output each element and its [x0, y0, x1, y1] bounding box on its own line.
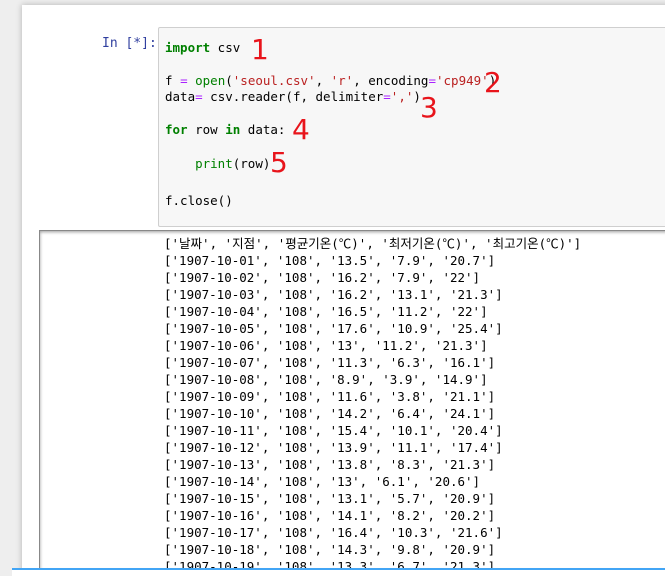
- code-cell[interactable]: In [*]: import csv f = open('seoul.csv', …: [22, 5, 665, 230]
- output-line: ['1907-10-09', '108', '11.6', '3.8', '21…: [164, 389, 496, 404]
- annotation-2: 2: [484, 66, 502, 99]
- code-editor[interactable]: import csv f = open('seoul.csv', 'r', enc…: [158, 27, 665, 227]
- output-line: ['날짜', '지점', '평균기온(℃)', '최저기온(℃)', '최고기온…: [164, 236, 582, 251]
- code-token: ',': [390, 89, 414, 104]
- code-token: 'seoul.csv': [232, 73, 316, 88]
- code-token: in: [225, 122, 241, 137]
- code-token: csv: [210, 40, 241, 55]
- code-token: csv.reader(f, delimiter: [202, 89, 384, 104]
- output-line: ['1907-10-06', '108', '13', '11.2', '21.…: [164, 338, 488, 353]
- output-text: ['날짜', '지점', '평균기온(℃)', '최저기온(℃)', '최고기온…: [164, 235, 582, 570]
- cell-output[interactable]: ['날짜', '지점', '평균기온(℃)', '최저기온(℃)', '최고기온…: [39, 230, 665, 571]
- output-line: ['1907-10-15', '108', '13.1', '5.7', '20…: [164, 491, 496, 506]
- output-line: ['1907-10-18', '108', '14.3', '9.8', '20…: [164, 542, 496, 557]
- output-line: ['1907-10-07', '108', '11.3', '6.3', '16…: [164, 355, 496, 370]
- code-token: print: [195, 156, 233, 171]
- notebook-container: In [*]: import csv f = open('seoul.csv', …: [22, 5, 665, 576]
- annotation-3: 3: [420, 91, 438, 124]
- code-line: f.close(): [165, 193, 233, 209]
- code-token: f: [165, 73, 181, 88]
- output-line: ['1907-10-03', '108', '16.2', '13.1', '2…: [164, 287, 503, 302]
- notebook-view: In [*]: import csv f = open('seoul.csv', …: [0, 0, 665, 576]
- code-token: 'r': [330, 73, 354, 88]
- code-line: data= csv.reader(f, delimiter=','): [165, 89, 421, 105]
- code-token: =: [428, 73, 436, 88]
- code-token: open: [195, 73, 226, 88]
- annotation-4: 4: [292, 113, 310, 146]
- code-token: import: [165, 40, 211, 55]
- output-line: ['1907-10-16', '108', '14.1', '8.2', '20…: [164, 508, 496, 523]
- code-line: for row in data:: [165, 122, 285, 138]
- code-token: =: [180, 73, 188, 88]
- annotation-1: 1: [251, 33, 269, 66]
- output-line: ['1907-10-17', '108', '16.4', '10.3', '2…: [164, 525, 503, 540]
- code-token: , encoding: [353, 73, 429, 88]
- code-token: 'cp949': [436, 73, 489, 88]
- code-token: =: [383, 89, 391, 104]
- code-token: data: [165, 89, 196, 104]
- code-token: row: [187, 122, 226, 137]
- output-line: ['1907-10-12', '108', '13.9', '11.1', '1…: [164, 440, 503, 455]
- output-line: ['1907-10-05', '108', '17.6', '10.9', '2…: [164, 321, 503, 336]
- code-token: ,: [315, 73, 331, 88]
- output-line: ['1907-10-01', '108', '13.5', '7.9', '20…: [164, 253, 496, 268]
- code-line: print(row): [165, 156, 270, 172]
- annotation-5: 5: [270, 146, 288, 179]
- output-line: ['1907-10-13', '108', '13.8', '8.3', '21…: [164, 457, 496, 472]
- output-line: ['1907-10-04', '108', '16.5', '11.2', '2…: [164, 304, 488, 319]
- output-line: ['1907-10-02', '108', '16.2', '7.9', '22…: [164, 270, 481, 285]
- code-token: (row): [232, 156, 271, 171]
- output-line: ['1907-10-10', '108', '14.2', '6.4', '24…: [164, 406, 496, 421]
- code-token: for: [165, 122, 188, 137]
- code-token: data:: [240, 122, 286, 137]
- output-line: ['1907-10-11', '108', '15.4', '10.1', '2…: [164, 423, 503, 438]
- next-cell-selection-border[interactable]: [12, 568, 665, 576]
- code-line: import csv: [165, 40, 240, 56]
- code-token: =: [195, 89, 203, 104]
- code-line: f = open('seoul.csv', 'r', encoding='cp9…: [165, 73, 496, 89]
- code-token: f.close(): [165, 193, 233, 208]
- output-line: ['1907-10-14', '108', '13', '6.1', '20.6…: [164, 474, 481, 489]
- code-token: (: [225, 73, 233, 88]
- output-line: ['1907-10-08', '108', '8.9', '3.9', '14.…: [164, 372, 488, 387]
